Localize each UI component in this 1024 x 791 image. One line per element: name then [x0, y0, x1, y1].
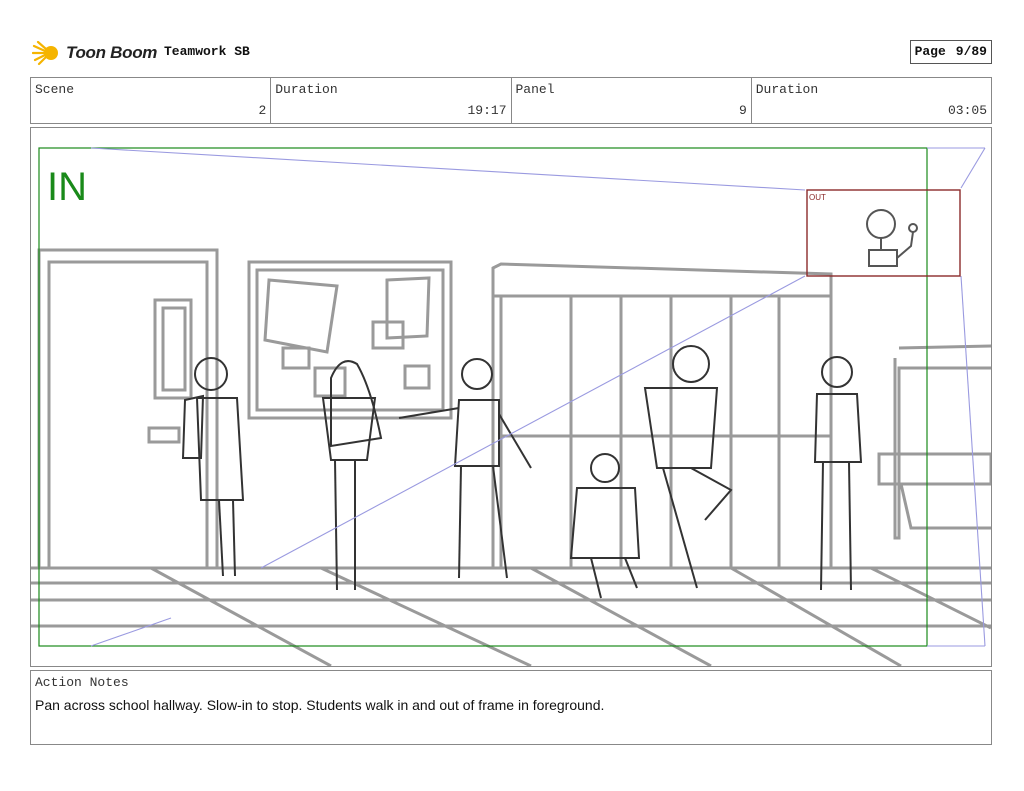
- toon-boom-logo: Toon Boom: [32, 36, 157, 70]
- scene-cell: Scene 2: [31, 78, 272, 123]
- panel-label: Panel: [515, 82, 555, 97]
- project-title: Teamwork SB: [164, 44, 250, 59]
- page-number: 9/89: [955, 44, 987, 59]
- panel-cell: Panel 9: [512, 78, 752, 123]
- out-label: OUT: [809, 193, 826, 202]
- panel-value: 9: [738, 103, 747, 118]
- scene-duration-value: 19:17: [467, 103, 507, 118]
- scene-info-row: Scene 2 Duration 19:17 Panel 9 Duration …: [30, 77, 992, 124]
- panel-duration-label: Duration: [755, 82, 819, 97]
- scene-duration-label: Duration: [275, 82, 338, 97]
- school-bell-sketch: [866, 209, 918, 267]
- action-notes-box: Action Notes Pan across school hallway. …: [30, 670, 992, 745]
- storyboard-header: Toon Boom Teamwork SB Page 9/89: [30, 36, 992, 70]
- hallway-background: [31, 248, 991, 666]
- page-indicator: Page 9/89: [909, 40, 992, 64]
- action-notes-text: Pan across school hallway. Slow-in to st…: [35, 697, 605, 713]
- action-notes-label: Action Notes: [35, 675, 129, 690]
- scene-value: 2: [258, 103, 267, 118]
- out-frame: [806, 189, 961, 277]
- scene-label: Scene: [35, 82, 75, 97]
- page-label: Page: [914, 44, 946, 59]
- logo-burst-icon: [32, 40, 58, 66]
- panel-duration-cell: Duration 03:05: [752, 78, 991, 123]
- logo-text: Toon Boom: [66, 43, 158, 62]
- panel-drawing: IN OUT: [31, 147, 991, 666]
- student-figures: [181, 345, 863, 599]
- storyboard-panel: IN OUT: [30, 127, 992, 667]
- panel-duration-value: 03:05: [947, 103, 987, 118]
- in-label: IN: [47, 165, 87, 209]
- scene-duration-cell: Duration 19:17: [271, 78, 512, 123]
